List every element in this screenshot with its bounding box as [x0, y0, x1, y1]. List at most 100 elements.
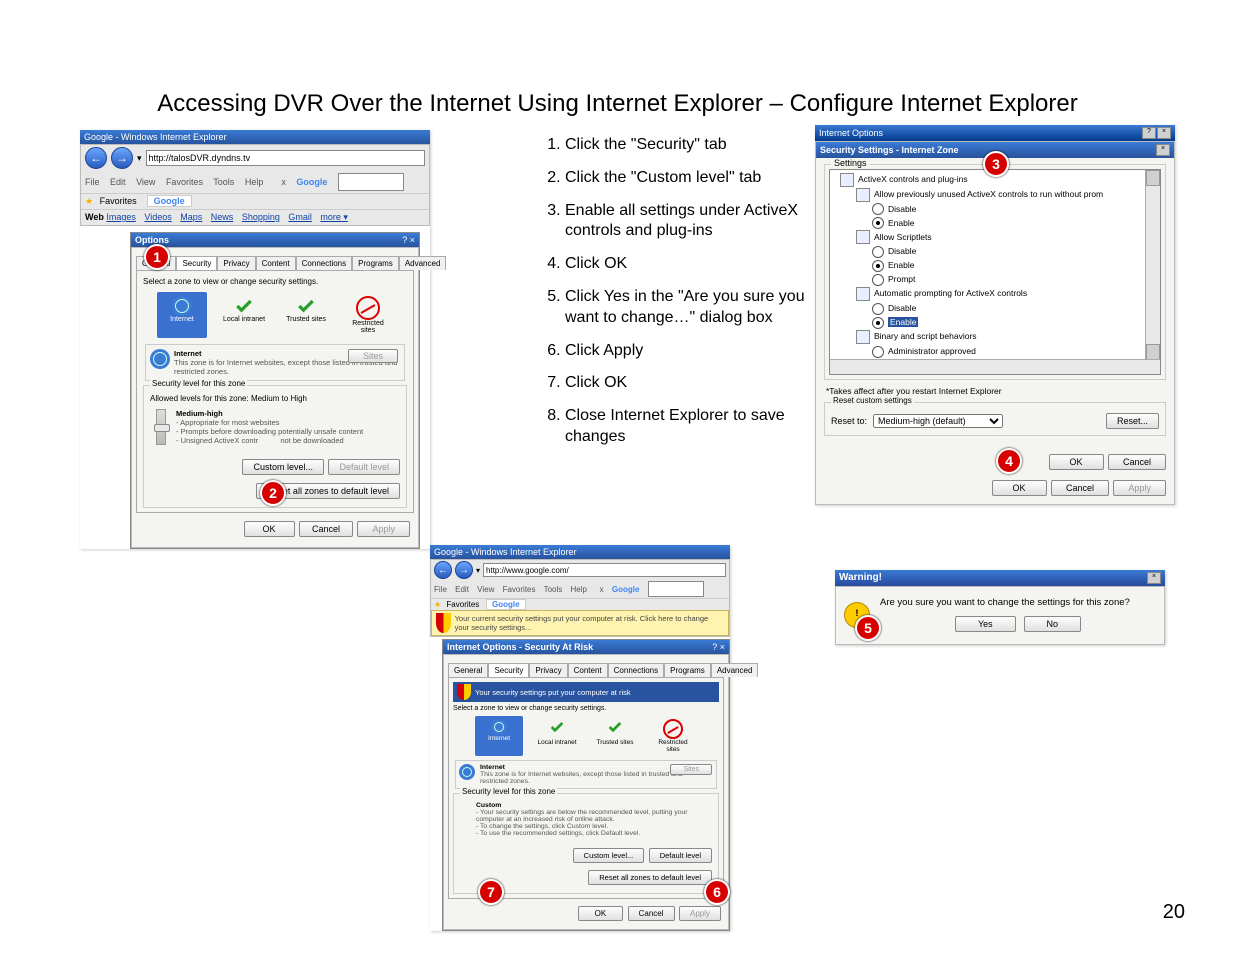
- custom-level-button[interactable]: Custom level...: [242, 459, 324, 475]
- favorites-star-icon[interactable]: ★: [85, 196, 93, 206]
- tab-advanced[interactable]: Advanced: [711, 663, 759, 677]
- radio-prompt[interactable]: [872, 274, 884, 286]
- cancel-button[interactable]: Cancel: [299, 521, 353, 537]
- zone-local-intranet[interactable]: Local intranet: [533, 716, 581, 756]
- radio-disable[interactable]: [872, 303, 884, 315]
- link-news[interactable]: News: [211, 212, 234, 222]
- ok-button[interactable]: OK: [578, 906, 624, 921]
- dropdown-icon[interactable]: ▾: [137, 153, 142, 164]
- zone-selector[interactable]: Internet Local intranet Trusted sites Re…: [143, 292, 407, 338]
- close-icon[interactable]: ×: [1156, 144, 1170, 156]
- radio-admin-approved[interactable]: [872, 346, 884, 358]
- dialog-help-close[interactable]: ? ×: [402, 235, 415, 245]
- reset-all-zones-button[interactable]: Reset all zones to default level: [588, 870, 712, 885]
- forward-icon[interactable]: →: [111, 147, 133, 169]
- yes-button[interactable]: Yes: [955, 616, 1016, 632]
- step-4: Click OK: [565, 254, 810, 275]
- outer-cancel-button[interactable]: Cancel: [1051, 480, 1109, 496]
- forward-icon[interactable]: →: [455, 561, 473, 579]
- menu-tools[interactable]: Tools: [213, 177, 234, 187]
- help-icon[interactable]: ?: [1142, 127, 1156, 139]
- check-icon: [605, 719, 625, 739]
- dialog-help-close[interactable]: ? ×: [712, 642, 725, 652]
- horizontal-scrollbar[interactable]: [830, 359, 1160, 374]
- security-level-slider[interactable]: [156, 409, 166, 445]
- google-toolbar-x[interactable]: x: [281, 177, 286, 187]
- zone-restricted-sites[interactable]: Restricted sites: [343, 292, 393, 338]
- zone-selector[interactable]: Internet Local intranet Trusted sites Re…: [453, 716, 719, 756]
- cancel-button[interactable]: Cancel: [1108, 454, 1166, 470]
- tab-content[interactable]: Content: [256, 256, 296, 270]
- settings-tree[interactable]: ActiveX controls and plug-ins Allow prev…: [829, 169, 1161, 375]
- radio-disable[interactable]: [872, 203, 884, 215]
- tab-security[interactable]: Security: [488, 663, 529, 677]
- menu-view[interactable]: View: [477, 585, 494, 594]
- ok-button[interactable]: OK: [1049, 454, 1104, 470]
- tab-connections[interactable]: Connections: [608, 663, 664, 677]
- back-icon[interactable]: ←: [434, 561, 452, 579]
- radio-enable[interactable]: [872, 260, 884, 272]
- zone-internet[interactable]: Internet: [475, 716, 523, 756]
- menu-file[interactable]: File: [434, 585, 447, 594]
- radio-enable[interactable]: [872, 217, 884, 229]
- google-toolbar-search[interactable]: [648, 581, 704, 597]
- outer-ok-button[interactable]: OK: [992, 480, 1047, 496]
- menu-favorites[interactable]: Favorites: [503, 585, 536, 594]
- menu-help[interactable]: Help: [245, 177, 264, 187]
- zone-restricted-sites[interactable]: Restricted sites: [649, 716, 697, 756]
- menu-help[interactable]: Help: [571, 585, 587, 594]
- link-images[interactable]: Images: [106, 212, 136, 222]
- menu-edit[interactable]: Edit: [455, 585, 469, 594]
- tab-general[interactable]: General: [448, 663, 488, 677]
- tab-privacy[interactable]: Privacy: [217, 256, 255, 270]
- vertical-scrollbar[interactable]: [1145, 170, 1160, 360]
- zone-trusted-sites[interactable]: Trusted sites: [591, 716, 639, 756]
- favorites-star-icon[interactable]: ★: [434, 600, 441, 609]
- tab-google[interactable]: Google: [486, 599, 526, 610]
- tab-connections[interactable]: Connections: [296, 256, 352, 270]
- link-more[interactable]: more ▾: [320, 212, 348, 222]
- menu-tools[interactable]: Tools: [544, 585, 563, 594]
- link-videos[interactable]: Videos: [144, 212, 171, 222]
- link-shopping[interactable]: Shopping: [242, 212, 280, 222]
- address-bar[interactable]: [146, 150, 425, 166]
- link-web[interactable]: Web: [85, 212, 104, 222]
- close-icon[interactable]: ×: [1157, 127, 1171, 139]
- tab-advanced[interactable]: Advanced: [399, 256, 447, 270]
- default-level-button[interactable]: Default level: [649, 848, 712, 863]
- menu-view[interactable]: View: [136, 177, 155, 187]
- address-bar[interactable]: [483, 563, 726, 577]
- custom-level-button[interactable]: Custom level...: [573, 848, 645, 863]
- no-button[interactable]: No: [1024, 616, 1082, 632]
- menu-edit[interactable]: Edit: [110, 177, 126, 187]
- close-icon[interactable]: ×: [1147, 572, 1161, 584]
- menu-favorites[interactable]: Favorites: [166, 177, 203, 187]
- link-maps[interactable]: Maps: [180, 212, 202, 222]
- reset-to-select[interactable]: Medium-high (default): [873, 414, 1003, 428]
- link-gmail[interactable]: Gmail: [288, 212, 312, 222]
- zone-local-intranet[interactable]: Local intranet: [219, 292, 269, 338]
- tab-privacy[interactable]: Privacy: [529, 663, 567, 677]
- radio-enable[interactable]: [872, 317, 884, 329]
- zone-internet[interactable]: Internet: [157, 292, 207, 338]
- menu-file[interactable]: File: [85, 177, 100, 187]
- back-icon[interactable]: ←: [85, 147, 107, 169]
- tab-programs[interactable]: Programs: [352, 256, 399, 270]
- ie-menu-bar[interactable]: File Edit View Favorites Tools Help x Go…: [81, 171, 429, 193]
- google-toolbar-x[interactable]: x: [600, 585, 604, 594]
- tab-programs[interactable]: Programs: [664, 663, 711, 677]
- security-infobar[interactable]: Your current security settings put your …: [431, 610, 729, 636]
- google-toolbar-search[interactable]: [338, 173, 404, 191]
- reset-button[interactable]: Reset...: [1106, 413, 1159, 429]
- favorites-bar[interactable]: ★ Favorites Google: [431, 598, 729, 610]
- dropdown-icon[interactable]: ▾: [476, 566, 480, 575]
- tab-content[interactable]: Content: [568, 663, 608, 677]
- tab-google[interactable]: Google: [147, 195, 192, 207]
- radio-disable[interactable]: [872, 246, 884, 258]
- favorites-bar[interactable]: ★ Favorites Google: [81, 193, 429, 209]
- zone-trusted-sites[interactable]: Trusted sites: [281, 292, 331, 338]
- tab-security[interactable]: Security: [176, 256, 217, 270]
- ok-button[interactable]: OK: [244, 521, 295, 537]
- cancel-button[interactable]: Cancel: [628, 906, 675, 921]
- ie-menu-bar[interactable]: File Edit View Favorites Tools Help x Go…: [431, 580, 729, 598]
